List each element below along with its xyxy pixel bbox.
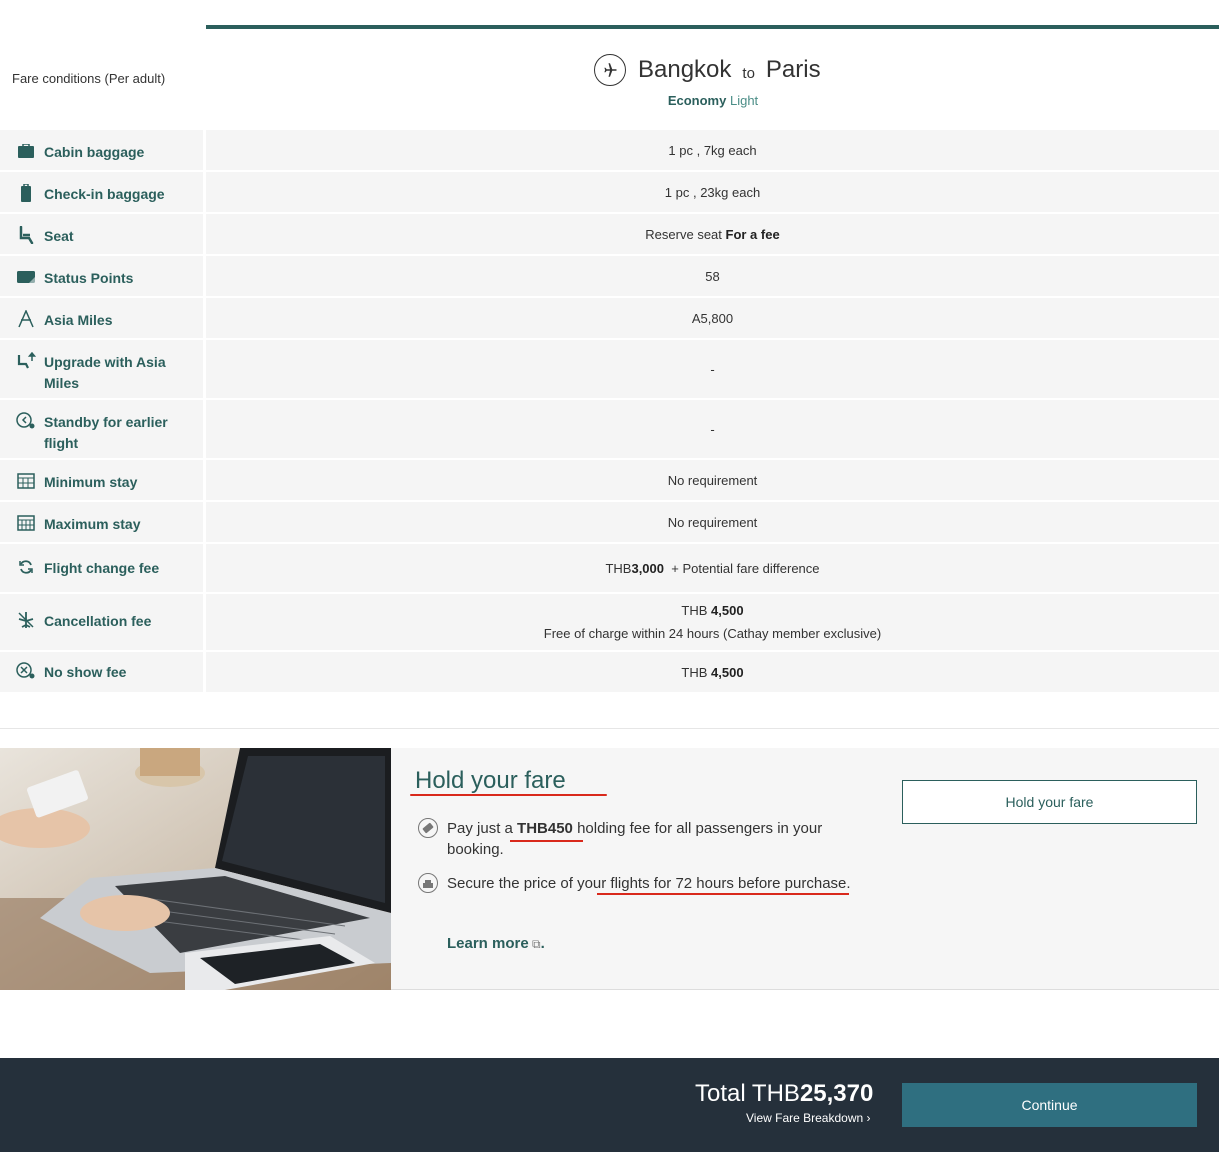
condition-value: - xyxy=(710,361,715,377)
laptop-photo xyxy=(0,748,391,990)
condition-label: Cancellation fee xyxy=(44,613,152,629)
calendar-max-icon xyxy=(16,514,36,532)
condition-label: Cabin baggage xyxy=(44,144,145,160)
condition-row-maximum-stay: Maximum stay No requirement xyxy=(0,502,1219,542)
learn-more-link[interactable]: Learn more ⧉. xyxy=(447,935,545,952)
hold-fare-button[interactable]: Hold your fare xyxy=(902,780,1197,824)
condition-value-prefix: Reserve seat xyxy=(645,226,726,242)
hold-fee-amount: THB450 xyxy=(517,820,573,837)
condition-value: 58 xyxy=(705,268,720,284)
condition-value-note: Free of charge within 24 hours (Cathay m… xyxy=(543,626,882,641)
calendar-min-icon xyxy=(16,472,36,490)
asia-miles-icon xyxy=(16,310,36,328)
plane-icon xyxy=(594,54,626,86)
external-link-icon: ⧉ xyxy=(528,937,541,951)
hold-fee-prefix: Pay just a xyxy=(447,820,518,837)
change-icon xyxy=(16,558,36,576)
upgrade-icon xyxy=(16,352,36,370)
condition-value-suffix: + Potential fare difference xyxy=(664,560,820,576)
cabin-baggage-icon xyxy=(16,142,36,160)
total-price: Total THB25,370 xyxy=(695,1080,874,1107)
hold-fare-panel: Hold your fare Pay just a THB450 holding… xyxy=(0,748,1219,990)
condition-value-bold: 4,500 xyxy=(711,603,744,618)
condition-row-upgrade: Upgrade with Asia Miles - xyxy=(0,340,1219,398)
condition-row-change-fee: Flight change fee THB3,000 + Potential f… xyxy=(0,544,1219,592)
lock-price-icon xyxy=(418,873,438,893)
condition-row-checkin-baggage: Check-in baggage 1 pc , 23kg each xyxy=(0,172,1219,212)
condition-row-status-points: Status Points 58 xyxy=(0,256,1219,296)
cancel-icon xyxy=(16,611,36,629)
no-show-icon xyxy=(16,662,36,680)
condition-label: Asia Miles xyxy=(44,312,113,328)
condition-value-prefix: THB xyxy=(681,664,712,680)
chevron-right-icon: › xyxy=(866,1111,871,1125)
condition-label: No show fee xyxy=(44,664,127,680)
condition-value: No requirement xyxy=(667,472,758,488)
condition-row-cancellation-fee: Cancellation fee THB 4,500 Free of charg… xyxy=(0,594,1219,650)
condition-value: - xyxy=(710,421,715,437)
condition-label: Status Points xyxy=(44,270,134,286)
seat-icon xyxy=(16,226,36,244)
condition-label: Upgrade with Asia Miles xyxy=(44,354,166,391)
condition-value-prefix: THB xyxy=(605,560,632,576)
condition-row-asia-miles: Asia Miles A5,800 xyxy=(0,298,1219,338)
standby-icon xyxy=(16,412,36,430)
condition-value: 1 pc , 7kg each xyxy=(668,142,757,158)
condition-label: Seat xyxy=(44,228,74,244)
condition-row-cabin-baggage: Cabin baggage 1 pc , 7kg each xyxy=(0,130,1219,170)
continue-button[interactable]: Continue xyxy=(902,1083,1197,1127)
destination-city: Paris xyxy=(765,56,821,83)
condition-label: Maximum stay xyxy=(44,516,141,532)
ticket-icon xyxy=(418,818,438,838)
route-heading: Bangkok to Paris xyxy=(594,52,834,88)
condition-row-seat: Seat Reserve seat For a fee xyxy=(0,214,1219,254)
origin-city: Bangkok xyxy=(638,56,732,83)
hold-fare-title: Hold your fare xyxy=(415,767,566,794)
condition-value-prefix: THB xyxy=(681,603,712,618)
cabin-class: Economy Light xyxy=(612,93,814,108)
fare-conditions-table: Cabin baggage 1 pc , 7kg each Check-in b… xyxy=(0,130,1219,694)
cabin-class-name: Economy xyxy=(667,93,727,108)
condition-label: Check-in baggage xyxy=(44,186,165,202)
annotation-underline xyxy=(410,794,607,796)
annotation-underline xyxy=(597,893,849,895)
annotation-underline xyxy=(510,840,583,842)
status-points-icon xyxy=(16,268,36,286)
condition-label: Standby for earlier flight xyxy=(44,414,168,451)
condition-row-minimum-stay: Minimum stay No requirement xyxy=(0,460,1219,500)
condition-value-bold: For a fee xyxy=(725,226,780,242)
to-word: to xyxy=(742,64,755,82)
hold-duration-text: Secure the price of your flights for 72 … xyxy=(447,875,851,892)
condition-value-bold: 4,500 xyxy=(711,664,744,680)
total-amount: 25,370 xyxy=(799,1080,874,1107)
condition-label: Minimum stay xyxy=(44,474,138,490)
hold-fee-item: Pay just a THB450 holding fee for all pa… xyxy=(418,818,867,860)
hold-duration-item: Secure the price of your flights for 72 … xyxy=(418,873,867,894)
fare-breakdown-link[interactable]: View Fare Breakdown › xyxy=(746,1111,871,1125)
checkin-baggage-icon xyxy=(16,184,36,202)
condition-value-bold: 3,000 xyxy=(631,560,665,576)
fare-type: Light xyxy=(729,93,759,108)
section-divider xyxy=(0,728,1219,729)
condition-value: 1 pc , 23kg each xyxy=(664,184,761,200)
fare-conditions-label: Fare conditions (Per adult) xyxy=(12,71,166,86)
condition-label: Flight change fee xyxy=(44,560,160,576)
checkout-footer: Total THB25,370 View Fare Breakdown › Co… xyxy=(0,1058,1219,1152)
condition-value: No requirement xyxy=(667,514,758,530)
condition-row-standby: Standby for earlier flight - xyxy=(0,400,1219,458)
condition-value: A5,800 xyxy=(691,310,734,326)
header-accent-bar xyxy=(206,25,1219,29)
condition-row-no-show-fee: No show fee THB 4,500 xyxy=(0,652,1219,692)
